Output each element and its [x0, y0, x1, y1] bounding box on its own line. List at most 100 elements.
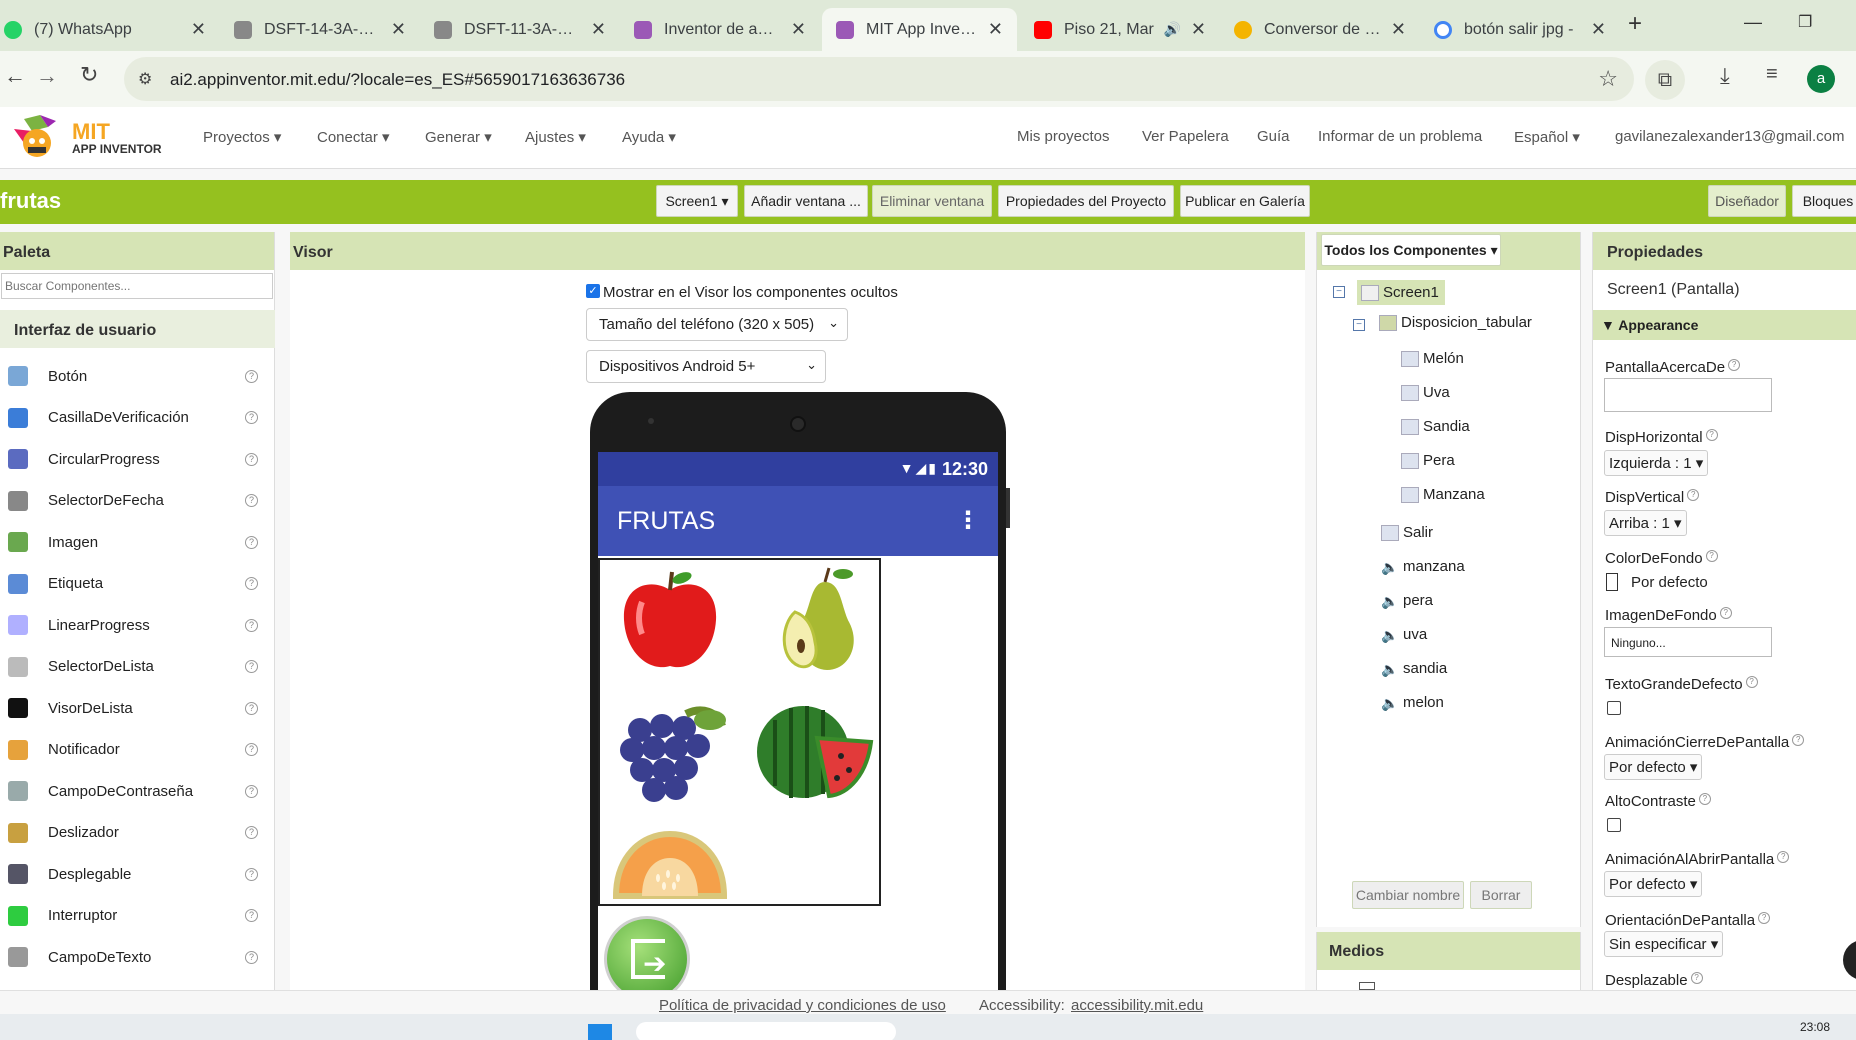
menu-ayuda[interactable]: Ayuda ▾ — [622, 128, 676, 146]
palette-item-14[interactable]: CampoDeTexto? — [8, 947, 258, 967]
link-mis-proyectos[interactable]: Mis proyectos — [1017, 128, 1110, 145]
help-icon[interactable]: ? — [245, 743, 258, 756]
privacy-link[interactable]: Política de privacidad y condiciones de … — [659, 997, 946, 1014]
tab-whatsapp[interactable]: (7) WhatsApp ✕ — [0, 8, 220, 51]
tab-google[interactable]: botón salir jpg - ✕ — [1420, 8, 1620, 51]
menu-proyectos[interactable]: Proyectos ▾ — [203, 128, 281, 146]
mit-logo-icon[interactable] — [10, 115, 64, 161]
help-icon[interactable]: ? — [1745, 676, 1758, 688]
tree-item-button-3[interactable]: Pera — [1401, 452, 1455, 469]
show-hidden-checkbox[interactable]: ✓ — [586, 284, 600, 298]
tab-converter[interactable]: Conversor de au ✕ — [1220, 8, 1420, 51]
appearance-group[interactable]: ▼ Appearance — [1593, 310, 1856, 340]
palette-item-0[interactable]: Botón? — [8, 366, 258, 386]
palette-item-10[interactable]: CampoDeContraseña? — [8, 781, 258, 801]
palette-item-5[interactable]: Etiqueta? — [8, 573, 258, 594]
taskbar-search[interactable] — [636, 1022, 896, 1040]
tree-item-sound-1[interactable]: 🔈 pera — [1381, 592, 1433, 609]
forward-icon[interactable]: → — [36, 63, 58, 89]
add-screen-button[interactable]: Añadir ventana ... — [744, 185, 868, 217]
rename-button[interactable]: Cambiar nombre — [1352, 881, 1464, 909]
components-filter-button[interactable]: Todos los Componentes ▾ — [1321, 234, 1501, 266]
help-icon[interactable]: ? — [245, 660, 258, 673]
help-icon[interactable]: ? — [245, 494, 258, 507]
link-guia[interactable]: Guía — [1257, 128, 1290, 145]
accessibility-link[interactable]: accessibility.mit.edu — [1071, 997, 1203, 1014]
help-icon[interactable]: ? — [245, 535, 258, 549]
tree-item-button-2[interactable]: Sandia — [1401, 418, 1470, 435]
tree-item-sound-2[interactable]: 🔈 uva — [1381, 626, 1427, 643]
close-icon[interactable]: ✕ — [1381, 19, 1406, 40]
tree-item-button-1[interactable]: Uva — [1401, 384, 1450, 401]
bg-color-swatch[interactable] — [1606, 573, 1618, 591]
windows-start-icon[interactable] — [588, 1024, 612, 1040]
align-h-dropdown[interactable]: Izquierda : 1 ▾ — [1604, 450, 1709, 476]
collapse-icon[interactable]: − — [1353, 319, 1365, 331]
help-icon[interactable]: ? — [1777, 851, 1790, 863]
help-icon[interactable]: ? — [245, 867, 258, 881]
extensions-icon[interactable]: ⧉ — [1645, 60, 1685, 100]
help-icon[interactable]: ? — [1719, 607, 1732, 619]
tree-item-button-4[interactable]: Manzana — [1401, 486, 1485, 503]
tree-item-button-0[interactable]: Melón — [1401, 350, 1464, 367]
help-icon[interactable]: ? — [1705, 429, 1718, 441]
site-info-icon[interactable]: ⚙ — [138, 69, 152, 89]
menu-generar[interactable]: Generar ▾ — [425, 128, 492, 146]
back-icon[interactable]: ← — [4, 63, 26, 89]
tree-item-table[interactable]: Disposicion_tabular — [1379, 314, 1532, 331]
tree-item-sound-0[interactable]: 🔈 manzana — [1381, 558, 1465, 575]
screen-select-button[interactable]: Screen1 ▾ — [656, 185, 738, 217]
about-textarea[interactable] — [1604, 378, 1772, 412]
menu-conectar[interactable]: Conectar ▾ — [317, 128, 390, 146]
palette-search-input[interactable] — [1, 273, 273, 299]
link-informar-problema[interactable]: Informar de un problema — [1318, 128, 1482, 145]
help-icon[interactable]: ? — [1705, 550, 1718, 562]
help-icon[interactable]: ? — [245, 826, 258, 839]
bg-color-value[interactable]: Por defecto — [1631, 574, 1708, 591]
help-icon[interactable]: ? — [1728, 359, 1741, 371]
tab-doc-11[interactable]: DSFT-11-3A-PAC ✕ — [420, 8, 620, 51]
address-bar[interactable]: ⚙ ai2.appinventor.mit.edu/?locale=es_ES#… — [124, 57, 1634, 101]
table-arrangement[interactable] — [598, 558, 881, 906]
help-icon[interactable]: ? — [245, 577, 258, 590]
new-tab-icon[interactable]: + — [1628, 10, 1642, 38]
user-email-menu[interactable]: gavilanezalexander13@gmail.com — [1615, 128, 1845, 145]
big-text-checkbox[interactable] — [1607, 701, 1621, 715]
blocks-button[interactable]: Bloques — [1792, 185, 1856, 217]
tree-item-sound-4[interactable]: 🔈 melon — [1381, 694, 1444, 711]
palette-item-11[interactable]: Deslizador? — [8, 822, 258, 843]
close-icon[interactable]: ✕ — [581, 19, 606, 40]
orientation-dropdown[interactable]: Sin especificar ▾ — [1604, 931, 1724, 957]
grape-button[interactable] — [602, 690, 738, 816]
close-anim-dropdown[interactable]: Por defecto ▾ — [1604, 754, 1703, 780]
palette-item-9[interactable]: Notificador? — [8, 739, 258, 760]
tree-item-screen1[interactable]: Screen1 — [1357, 280, 1445, 305]
restore-icon[interactable]: ❐ — [1798, 12, 1812, 32]
palette-item-2[interactable]: CircularProgress? — [8, 449, 258, 469]
phone-size-select[interactable]: Tamaño del teléfono (320 x 505) ⌄ — [586, 308, 848, 341]
palette-item-1[interactable]: CasillaDeVerificación? — [8, 407, 258, 428]
bookmark-star-icon[interactable]: ☆ — [1598, 66, 1618, 92]
overflow-menu-icon[interactable]: ⋮ — [956, 506, 980, 535]
speaker-icon[interactable]: 🔊 — [1163, 21, 1180, 38]
palette-item-8[interactable]: VisorDeLista? — [8, 698, 258, 718]
link-papelera[interactable]: Ver Papelera — [1142, 128, 1229, 145]
help-icon[interactable]: ? — [1698, 793, 1711, 805]
tab-youtube[interactable]: Piso 21, Mar 🔊 ✕ — [1020, 8, 1220, 51]
media-control-icon[interactable]: ≡ — [1766, 63, 1778, 86]
palette-item-12[interactable]: Desplegable? — [8, 864, 258, 884]
close-icon[interactable]: ✕ — [1181, 19, 1206, 40]
publish-gallery-button[interactable]: Publicar en Galería — [1180, 185, 1310, 217]
help-icon[interactable]: ? — [245, 909, 258, 922]
delete-button[interactable]: Borrar — [1470, 881, 1532, 909]
tab-inventor[interactable]: Inventor de aplic ✕ — [620, 8, 820, 51]
apple-button[interactable] — [602, 562, 738, 688]
melon-button[interactable] — [602, 818, 738, 904]
reload-icon[interactable]: ↻ — [80, 62, 98, 88]
help-icon[interactable]: ? — [1690, 972, 1703, 984]
help-icon[interactable]: ? — [245, 452, 258, 466]
help-icon[interactable]: ? — [245, 618, 258, 632]
download-icon[interactable]: ⤓ — [1720, 63, 1730, 89]
help-icon[interactable]: ? — [1687, 489, 1700, 501]
high-contrast-checkbox[interactable] — [1607, 818, 1621, 832]
